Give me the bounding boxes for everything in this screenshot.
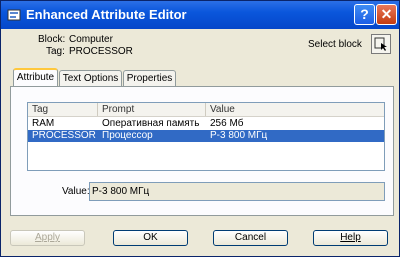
select-block-label: Select block bbox=[308, 39, 362, 50]
select-block-button[interactable] bbox=[371, 34, 391, 54]
cancel-button[interactable]: Cancel bbox=[213, 230, 288, 246]
window-title: Enhanced Attribute Editor bbox=[26, 7, 187, 22]
list-header: Tag Prompt Value bbox=[28, 103, 384, 117]
tab-attribute-label: Attribute bbox=[16, 72, 55, 83]
help-button[interactable]: Help bbox=[313, 230, 388, 246]
block-label: Block: bbox=[38, 34, 66, 45]
block-value: Computer bbox=[69, 34, 113, 45]
table-row-selected[interactable]: PROCESSOR Процессор Р-3 800 МГц bbox=[28, 130, 384, 142]
pick-block-icon bbox=[374, 37, 387, 51]
ok-button-label: OK bbox=[143, 232, 158, 243]
tab-properties[interactable]: Properties bbox=[123, 70, 176, 86]
column-header-prompt[interactable]: Prompt bbox=[98, 103, 206, 116]
app-icon bbox=[7, 9, 21, 21]
value-label: Value: bbox=[62, 186, 90, 197]
title-bar[interactable]: Enhanced Attribute Editor ? ✕ bbox=[1, 1, 399, 29]
row-value: Р-3 800 МГц bbox=[210, 130, 268, 141]
help-button-label: Help bbox=[340, 232, 361, 243]
tag-value: PROCESSOR bbox=[69, 46, 133, 57]
attribute-list[interactable]: Tag Prompt Value RAM Оперативная память … bbox=[27, 102, 385, 171]
column-header-tag[interactable]: Tag bbox=[28, 103, 98, 116]
tab-properties-label: Properties bbox=[126, 73, 173, 84]
close-button[interactable]: ✕ bbox=[376, 4, 397, 25]
apply-button[interactable]: Apply bbox=[10, 230, 85, 246]
apply-button-label: Apply bbox=[34, 232, 60, 243]
question-icon: ? bbox=[360, 6, 369, 22]
row-tag: PROCESSOR bbox=[32, 130, 96, 141]
tab-text-options-label: Text Options bbox=[62, 73, 119, 84]
ok-button[interactable]: OK bbox=[113, 230, 188, 246]
column-header-value[interactable]: Value bbox=[206, 103, 384, 116]
close-icon: ✕ bbox=[380, 6, 393, 22]
tag-label: Tag: bbox=[46, 46, 65, 57]
row-prompt: Процессор bbox=[102, 130, 153, 141]
row-prompt: Оперативная память bbox=[102, 118, 200, 129]
attribute-editor-window: Enhanced Attribute Editor ? ✕ Block: Com… bbox=[0, 0, 400, 257]
help-title-button[interactable]: ? bbox=[354, 4, 375, 25]
table-row[interactable]: RAM Оперативная память 256 Мб bbox=[28, 118, 384, 130]
row-value: 256 Мб bbox=[210, 118, 244, 129]
value-field[interactable]: Р-3 800 МГц bbox=[89, 182, 385, 201]
tab-attribute[interactable]: Attribute bbox=[13, 68, 58, 87]
cancel-button-label: Cancel bbox=[234, 232, 267, 243]
tab-text-options[interactable]: Text Options bbox=[59, 70, 122, 86]
row-tag: RAM bbox=[32, 118, 55, 129]
